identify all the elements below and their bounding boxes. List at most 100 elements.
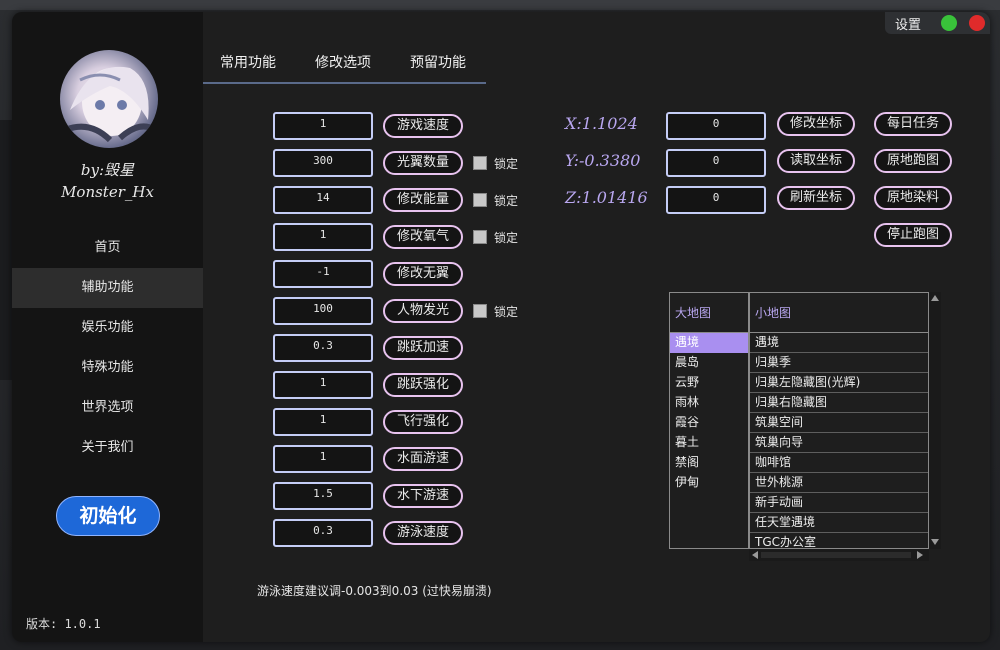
swim-speed-hint: 游泳速度建议调-0.003到0.03 (过快易崩溃) <box>257 584 492 598</box>
author-handle: Monster_Hx <box>61 183 154 201</box>
big-map-item[interactable]: 伊甸 <box>670 473 748 493</box>
flight-boost-button[interactable]: 飞行强化 <box>383 410 463 434</box>
small-map-item[interactable]: 新手动画 <box>750 493 928 513</box>
read-coords-button[interactable]: 读取坐标 <box>777 149 855 173</box>
nav-item-special[interactable]: 特殊功能 <box>12 348 203 388</box>
tab-common[interactable]: 常用功能 <box>220 52 276 72</box>
oxygen-lock-checkbox[interactable] <box>473 230 487 244</box>
big-map-item[interactable]: 禁阁 <box>670 453 748 473</box>
coord-y-label: Y:-0.3380 <box>565 151 641 170</box>
avatar-illustration-icon <box>63 66 157 143</box>
jump-accel-button[interactable]: 跳跃加速 <box>383 336 463 360</box>
daily-tasks-button[interactable]: 每日任务 <box>874 112 952 136</box>
initialize-button[interactable]: 初始化 <box>56 496 160 536</box>
small-map-item[interactable]: 筑巢空间 <box>750 413 928 433</box>
energy-button[interactable]: 修改能量 <box>383 188 463 212</box>
small-map-item[interactable]: 归巢季 <box>750 353 928 373</box>
surface-swim-button[interactable]: 水面游速 <box>383 447 463 471</box>
game-speed-input[interactable]: 1 <box>273 112 373 140</box>
no-wings-button[interactable]: 修改无翼 <box>383 262 463 286</box>
energy-input[interactable]: 14 <box>273 186 373 214</box>
small-map-item[interactable]: 任天堂遇境 <box>750 513 928 533</box>
light-wings-input[interactable]: 300 <box>273 149 373 177</box>
desktop-left-strip <box>0 120 12 380</box>
glow-lock-label: 锁定 <box>494 305 519 319</box>
desktop-top-strip <box>0 0 1000 10</box>
energy-lock-label: 锁定 <box>494 194 519 208</box>
flight-boost-input[interactable]: 1 <box>273 408 373 436</box>
light-wings-button[interactable]: 光翼数量 <box>383 151 463 175</box>
coord-x-label: X:1.1024 <box>565 114 638 133</box>
game-speed-button[interactable]: 游戏速度 <box>383 114 463 138</box>
swim-speed-input[interactable]: 0.3 <box>273 519 373 547</box>
avatar <box>60 50 158 148</box>
glow-button[interactable]: 人物发光 <box>383 299 463 323</box>
light-wings-lock-label: 锁定 <box>494 157 519 171</box>
underwater-swim-input[interactable]: 1.5 <box>273 482 373 510</box>
big-map-item[interactable]: 雨林 <box>670 393 748 413</box>
small-map-item[interactable]: 遇境 <box>750 333 928 353</box>
close-button[interactable] <box>969 15 985 31</box>
scroll-left-icon[interactable] <box>752 551 758 559</box>
oxygen-input[interactable]: 1 <box>273 223 373 251</box>
energy-lock-checkbox[interactable] <box>473 193 487 207</box>
app-window: by:毁星 Monster_Hx 首页 辅助功能 娱乐功能 特殊功能 世界选项 … <box>12 12 990 642</box>
settings-button[interactable]: 设置 <box>895 14 921 33</box>
small-map-horizontal-scrollbar[interactable] <box>749 549 929 561</box>
stop-run-button[interactable]: 停止跑图 <box>874 223 952 247</box>
small-map-list: 小地图 遇境 归巢季 归巢左隐藏图(光辉) 归巢右隐藏图 筑巢空间 筑巢向导 咖… <box>749 292 929 549</box>
oxygen-button[interactable]: 修改氧气 <box>383 225 463 249</box>
big-map-item[interactable]: 遇境 <box>670 333 748 353</box>
nav-item-fun[interactable]: 娱乐功能 <box>12 308 203 348</box>
refresh-coords-button[interactable]: 刷新坐标 <box>777 186 855 210</box>
small-map-item[interactable]: 筑巢向导 <box>750 433 928 453</box>
big-map-item[interactable]: 暮土 <box>670 433 748 453</box>
dye-button[interactable]: 原地染料 <box>874 186 952 210</box>
coord-y-input[interactable]: 0 <box>666 149 766 177</box>
scroll-up-icon[interactable] <box>931 295 939 301</box>
swim-speed-button[interactable]: 游泳速度 <box>383 521 463 545</box>
sidebar: by:毁星 Monster_Hx 首页 辅助功能 娱乐功能 特殊功能 世界选项 … <box>12 12 203 642</box>
small-map-item[interactable]: 世外桃源 <box>750 473 928 493</box>
small-map-item[interactable]: TGC办公室 <box>750 533 928 548</box>
small-map-vertical-scrollbar[interactable] <box>929 292 941 549</box>
coord-z-input[interactable]: 0 <box>666 186 766 214</box>
jump-accel-input[interactable]: 0.3 <box>273 334 373 362</box>
tab-bar: 常用功能 修改选项 预留功能 <box>203 46 486 84</box>
big-map-item[interactable]: 云野 <box>670 373 748 393</box>
jump-boost-input[interactable]: 1 <box>273 371 373 399</box>
small-map-header: 小地图 <box>750 293 928 333</box>
no-wings-input[interactable]: -1 <box>273 260 373 288</box>
glow-input[interactable]: 100 <box>273 297 373 325</box>
version-label: 版本: 1.0.1 <box>26 617 101 631</box>
light-wings-lock-checkbox[interactable] <box>473 156 487 170</box>
glow-lock-checkbox[interactable] <box>473 304 487 318</box>
jump-boost-button[interactable]: 跳跃强化 <box>383 373 463 397</box>
big-map-header: 大地图 <box>670 293 748 333</box>
nav-item-home[interactable]: 首页 <box>12 228 203 268</box>
underwater-swim-button[interactable]: 水下游速 <box>383 484 463 508</box>
coord-x-input[interactable]: 0 <box>666 112 766 140</box>
surface-swim-input[interactable]: 1 <box>273 445 373 473</box>
scroll-down-icon[interactable] <box>931 539 939 545</box>
title-controls: 设置 <box>885 12 990 34</box>
tab-reserved[interactable]: 预留功能 <box>410 52 466 72</box>
nav-item-about[interactable]: 关于我们 <box>12 428 203 468</box>
modify-coords-button[interactable]: 修改坐标 <box>777 112 855 136</box>
scroll-right-icon[interactable] <box>917 551 923 559</box>
big-map-list: 大地图 遇境 晨岛 云野 雨林 霞谷 暮土 禁阁 伊甸 <box>669 292 749 549</box>
nav-item-assist[interactable]: 辅助功能 <box>12 268 203 308</box>
nav-item-world[interactable]: 世界选项 <box>12 388 203 428</box>
minimize-button[interactable] <box>941 15 957 31</box>
horizontal-scroll-thumb[interactable] <box>761 552 911 558</box>
big-map-item[interactable]: 晨岛 <box>670 353 748 373</box>
small-map-item[interactable]: 归巢左隐藏图(光辉) <box>750 373 928 393</box>
author-name: by:毁星 <box>80 161 135 179</box>
small-map-item[interactable]: 咖啡馆 <box>750 453 928 473</box>
run-map-button[interactable]: 原地跑图 <box>874 149 952 173</box>
big-map-item[interactable]: 霞谷 <box>670 413 748 433</box>
tab-modify[interactable]: 修改选项 <box>315 52 371 72</box>
oxygen-lock-label: 锁定 <box>494 231 519 245</box>
small-map-item[interactable]: 归巢右隐藏图 <box>750 393 928 413</box>
map-table: 大地图 遇境 晨岛 云野 雨林 霞谷 暮土 禁阁 伊甸 小地图 遇境 归巢季 归… <box>669 292 941 562</box>
